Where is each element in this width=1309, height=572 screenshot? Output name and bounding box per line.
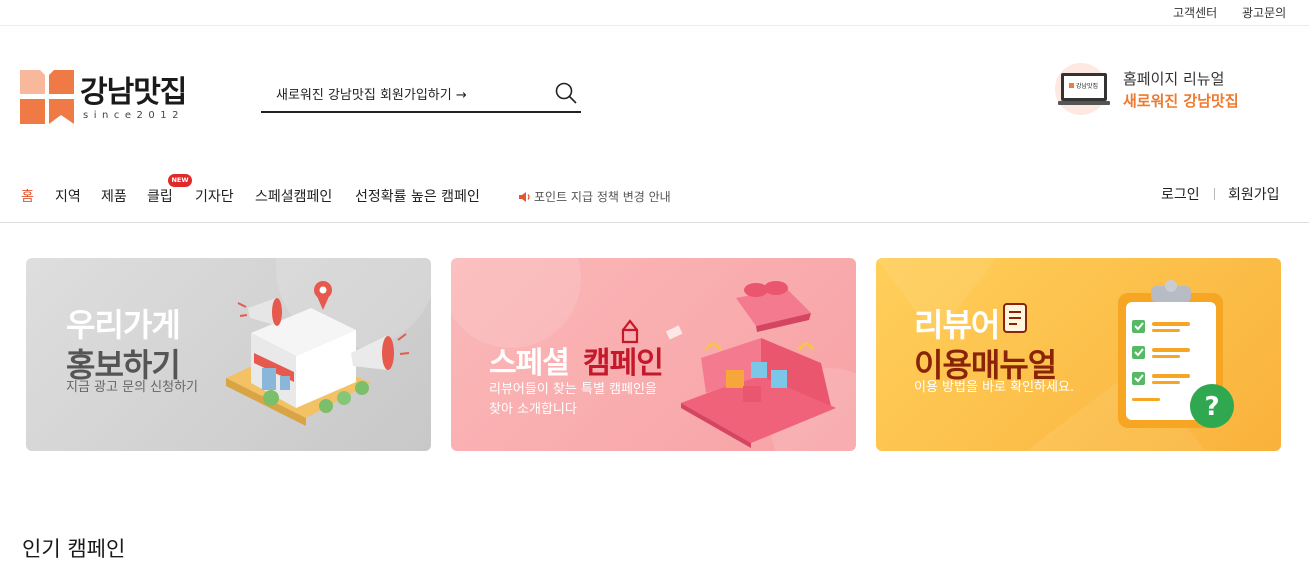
speaker-icon	[519, 192, 530, 202]
nav-item-clip[interactable]: 클립	[147, 186, 173, 206]
banner2-subtitle1: 리뷰어들이 찾는 특별 캠페인을	[489, 382, 657, 397]
notice-link[interactable]: 포인트 지급 정책 변경 안내	[518, 188, 671, 205]
laptop-icon: 강남맛집	[1058, 73, 1110, 105]
banner2-subtitle2: 찾아 소개합니다	[489, 402, 577, 417]
search-bar	[261, 78, 581, 113]
banner-special-campaign[interactable]: 스페셜 캠페인 리뷰어들이 찾는 특별 캠페인을 찾아 소개합니다	[451, 258, 856, 451]
promo-line1: 홈페이지 리뉴얼	[1123, 70, 1225, 88]
banner2-title-line2: 캠페인	[583, 346, 664, 381]
nav-item-special-campaign[interactable]: 스페셜캠페인	[255, 186, 332, 206]
banner-reviewer-manual[interactable]: ? 리뷰어 이용매뉴얼 이용 방법을 바로 확인하세요.	[876, 258, 1281, 451]
nav-item-product[interactable]: 제품	[101, 186, 127, 206]
notice-text: 포인트 지급 정책 변경 안내	[534, 190, 671, 204]
nav-item-reporters[interactable]: 기자단	[195, 186, 234, 206]
logo-name: 강남맛집	[80, 75, 187, 110]
nav-item-high-selection-campaign[interactable]: 선정확률 높은 캠페인	[355, 186, 480, 206]
banner3-subtitle: 이용 방법을 바로 확인하세요.	[914, 380, 1075, 395]
search-input[interactable]	[276, 84, 546, 106]
site-logo[interactable]: 강남맛집 since2012	[20, 70, 210, 126]
search-icon[interactable]	[554, 81, 578, 105]
customer-center-link[interactable]: 고객센터	[1173, 4, 1217, 21]
signup-link[interactable]: 회원가입	[1228, 184, 1280, 204]
promo-line2: 새로워진 강남맛집	[1123, 92, 1239, 110]
nav-divider	[1214, 188, 1215, 200]
renewal-promo[interactable]: 강남맛집 홈페이지 리뉴얼 새로워진 강남맛집	[1055, 63, 1275, 123]
top-utility-bar: 고객센터 광고문의	[0, 0, 1309, 26]
main-nav: 홈 지역 제품 클립 NEW 기자단 스페셜캠페인 선정확률 높은 캠페인 포인…	[0, 170, 1309, 223]
banner1-subtitle: 지금 광고 문의 신청하기	[66, 380, 198, 395]
banner2-title-line1: 스페셜	[489, 346, 570, 381]
logo-since: since2012	[83, 110, 184, 121]
laptop-screen-text: 강남맛집	[1076, 82, 1098, 90]
section-title-popular-campaigns: 인기 캠페인	[22, 537, 126, 561]
banner-store-promotion[interactable]: 우리가게 홍보하기 지금 광고 문의 신청하기	[26, 258, 431, 451]
nav-item-home[interactable]: 홈	[21, 186, 34, 206]
svg-text:?: ?	[1204, 392, 1219, 422]
ad-inquiry-link[interactable]: 광고문의	[1242, 4, 1286, 21]
login-link[interactable]: 로그인	[1161, 184, 1200, 204]
new-badge: NEW	[168, 174, 192, 187]
logo-mark-icon	[20, 70, 74, 124]
nav-item-region[interactable]: 지역	[55, 186, 81, 206]
